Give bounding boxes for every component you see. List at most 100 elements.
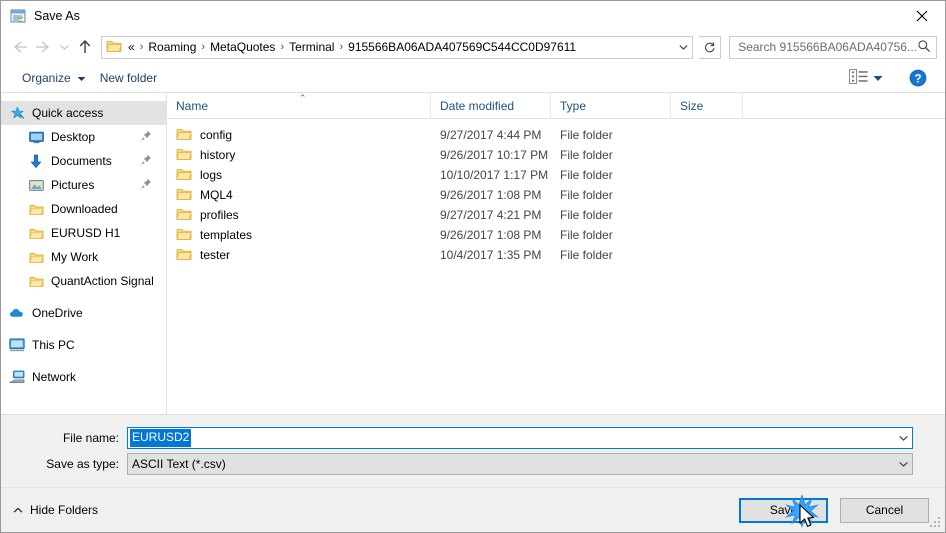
sidebar-item-label: Desktop [51, 130, 96, 144]
dialog-body: Quick access Desktop Documents Pictures … [1, 92, 945, 415]
organize-button[interactable]: Organize [15, 68, 93, 88]
view-options-button[interactable] [845, 66, 887, 90]
file-name-chevron-down-icon[interactable] [895, 428, 912, 448]
save-button[interactable]: Save [739, 497, 828, 523]
sidebar-item-quick-access[interactable]: Quick access [1, 101, 166, 125]
folder-icon [28, 225, 44, 241]
sidebar-item-label: QuantAction Signal [51, 274, 154, 288]
table-row[interactable]: tester 10/4/2017 1:35 PM File folder [167, 245, 945, 265]
file-name-cell: history [167, 147, 431, 163]
column-header-label: Date modified [440, 98, 515, 113]
file-name-value: EURUSD2 [130, 429, 192, 447]
save-as-type-value: ASCII Text (*.csv) [132, 457, 226, 471]
pin-icon[interactable] [141, 178, 152, 192]
pin-icon[interactable] [141, 130, 152, 144]
table-row[interactable]: logs 10/10/2017 1:17 PM File folder [167, 165, 945, 185]
sidebar-item-quantaction-signal[interactable]: QuantAction Signal [1, 269, 166, 293]
back-arrow-icon[interactable] [7, 35, 31, 59]
file-name-cell: tester [167, 247, 431, 263]
file-date-cell: 9/26/2017 1:08 PM [440, 228, 542, 242]
star-pin-icon [9, 105, 25, 121]
file-date-cell: 9/26/2017 1:08 PM [440, 188, 542, 202]
file-name-label: history [200, 148, 236, 162]
recent-locations-chevron-down-icon[interactable] [55, 35, 73, 59]
breadcrumb-separator: › [280, 41, 285, 53]
column-header-name[interactable]: Name ⌃ [167, 92, 431, 119]
dialog-footer: Hide Folders Save Cancel [1, 487, 945, 532]
file-name-row: File name: EURUSD2 [1, 427, 929, 449]
cancel-button[interactable]: Cancel [840, 497, 929, 523]
documents-arrow-icon [28, 153, 44, 169]
breadcrumb-terminal[interactable]: Terminal [286, 40, 337, 54]
breadcrumb-root[interactable]: « [125, 40, 138, 54]
navigation-sidebar: Quick access Desktop Documents Pictures … [1, 93, 167, 414]
file-name-label: templates [200, 228, 253, 242]
table-row[interactable]: templates 9/26/2017 1:08 PM File folder [167, 225, 945, 245]
save-form: File name: EURUSD2 Save as type: ASCII T… [1, 415, 945, 487]
table-row[interactable]: profiles 9/27/2017 4:21 PM File folder [167, 205, 945, 225]
folder-icon [28, 273, 44, 289]
sidebar-item-documents[interactable]: Documents [1, 149, 166, 173]
help-button[interactable]: ? [909, 69, 927, 87]
column-header-date-modified[interactable]: Date modified [431, 92, 551, 119]
table-row[interactable]: history 9/26/2017 10:17 PM File folder [167, 145, 945, 165]
table-row[interactable]: config 9/27/2017 4:44 PM File folder [167, 125, 945, 145]
folder-icon [106, 39, 122, 56]
sidebar-item-eurusd-h1[interactable]: EURUSD H1 [1, 221, 166, 245]
file-date-cell: 10/10/2017 1:17 PM [440, 168, 549, 182]
sidebar-item-desktop[interactable]: Desktop [1, 125, 166, 149]
search-icon[interactable] [917, 39, 931, 56]
cancel-button-label: Cancel [865, 503, 904, 517]
onedrive-cloud-icon [9, 305, 25, 321]
sidebar-item-this-pc[interactable]: This PC [1, 333, 166, 357]
save-as-type-dropdown[interactable]: ASCII Text (*.csv) [127, 453, 913, 475]
save-as-dialog: Save As « › Roaming › MetaQuotes › Termi… [0, 0, 946, 533]
sidebar-item-downloaded[interactable]: Downloaded [1, 197, 166, 221]
address-bar[interactable]: « › Roaming › MetaQuotes › Terminal › 91… [101, 35, 694, 59]
toolbar-right-group: ? [845, 66, 935, 90]
breadcrumb-separator: › [339, 41, 344, 53]
column-header-type[interactable]: Type [551, 92, 671, 119]
sidebar-item-onedrive[interactable]: OneDrive [1, 301, 166, 325]
save-as-type-chevron-down-icon[interactable] [895, 454, 912, 474]
breadcrumb-roaming[interactable]: Roaming [145, 40, 199, 54]
search-input[interactable]: Search 915566BA06ADA40756... [729, 35, 937, 59]
chevron-down-icon [77, 71, 86, 85]
file-name-label: tester [200, 248, 231, 262]
file-type-cell: File folder [560, 128, 613, 142]
file-rows: config 9/27/2017 4:44 PM File folder his… [167, 119, 945, 265]
breadcrumb-metaquotes[interactable]: MetaQuotes [207, 40, 278, 54]
up-arrow-icon[interactable] [73, 35, 97, 59]
sidebar-item-network[interactable]: Network [1, 365, 166, 389]
file-name-label: File name: [62, 431, 119, 445]
file-date-cell: 9/27/2017 4:44 PM [440, 128, 542, 142]
hide-folders-button[interactable]: Hide Folders [13, 503, 98, 517]
sidebar-item-my-work[interactable]: My Work [1, 245, 166, 269]
resize-grip[interactable] [929, 516, 942, 529]
sidebar-item-label: OneDrive [32, 306, 83, 320]
pin-icon[interactable] [141, 154, 152, 168]
file-name-input[interactable]: EURUSD2 [127, 427, 913, 449]
sidebar-item-pictures[interactable]: Pictures [1, 173, 166, 197]
table-row[interactable]: MQL4 9/26/2017 1:08 PM File folder [167, 185, 945, 205]
breadcrumb-separator: › [201, 41, 206, 53]
address-chevron-down-icon[interactable] [674, 37, 692, 58]
sidebar-item-label: This PC [32, 338, 75, 352]
sidebar-item-label: My Work [51, 250, 99, 264]
file-name-cell: config [167, 127, 431, 143]
refresh-icon[interactable] [699, 35, 722, 59]
forward-arrow-icon[interactable] [31, 35, 55, 59]
save-as-type-label: Save as type: [46, 457, 119, 471]
file-date-cell: 10/4/2017 1:35 PM [440, 248, 542, 262]
view-chevron-down-icon [873, 71, 883, 85]
column-header-size[interactable]: Size [671, 92, 743, 119]
file-type-cell: File folder [560, 148, 613, 162]
hide-folders-label: Hide Folders [30, 503, 99, 517]
new-folder-button[interactable]: New folder [93, 68, 164, 88]
breadcrumb-current-folder[interactable]: 915566BA06ADA407569C544CC0D97611 [345, 40, 579, 54]
folder-icon [176, 147, 192, 163]
close-button[interactable] [899, 1, 945, 30]
